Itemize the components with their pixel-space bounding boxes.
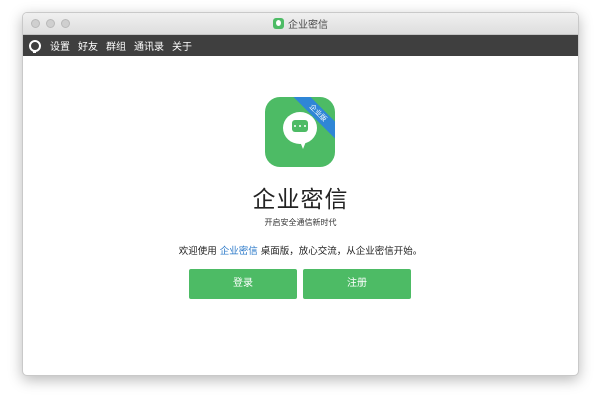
welcome-text: 欢迎使用 企业密信 桌面版，放心交流，从企业密信开始。 [23, 243, 578, 257]
app-mini-icon [273, 18, 284, 29]
menu-item-contacts[interactable]: 通讯录 [134, 38, 164, 53]
app-name: 企业密信 [252, 187, 349, 213]
menu-item-groups[interactable]: 群组 [106, 38, 126, 53]
login-button[interactable]: 登录 [189, 269, 297, 299]
window-title-text: 企业密信 [288, 20, 328, 31]
message-dots-icon [292, 120, 308, 132]
menu-item-settings[interactable]: 设置 [50, 38, 70, 53]
menu-bar: 设置 好友 群组 通讯录 关于 [23, 35, 578, 56]
welcome-prefix: 欢迎使用 [178, 246, 220, 257]
app-logo-icon [29, 39, 41, 53]
register-button[interactable]: 注册 [303, 269, 411, 299]
window-title: 企业密信 [23, 16, 578, 31]
welcome-panel: 企业版 企业密信 开启安全通信新时代 欢迎使用 企业密信 桌面版，放心交流，从企… [23, 56, 578, 374]
app-name-link[interactable]: 企业密信 [220, 246, 258, 257]
app-window: 企业密信 设置 好友 群组 通讯录 关于 企业版 企业密信 开启安全通信新时代 … [22, 12, 579, 376]
menu-item-friends[interactable]: 好友 [78, 38, 98, 53]
welcome-suffix: 桌面版，放心交流，从企业密信开始。 [257, 246, 423, 257]
app-icon: 企业版 [265, 97, 335, 167]
tagline: 开启安全通信新时代 [264, 218, 337, 227]
title-bar: 企业密信 [23, 13, 578, 35]
menu-item-about[interactable]: 关于 [172, 38, 192, 53]
